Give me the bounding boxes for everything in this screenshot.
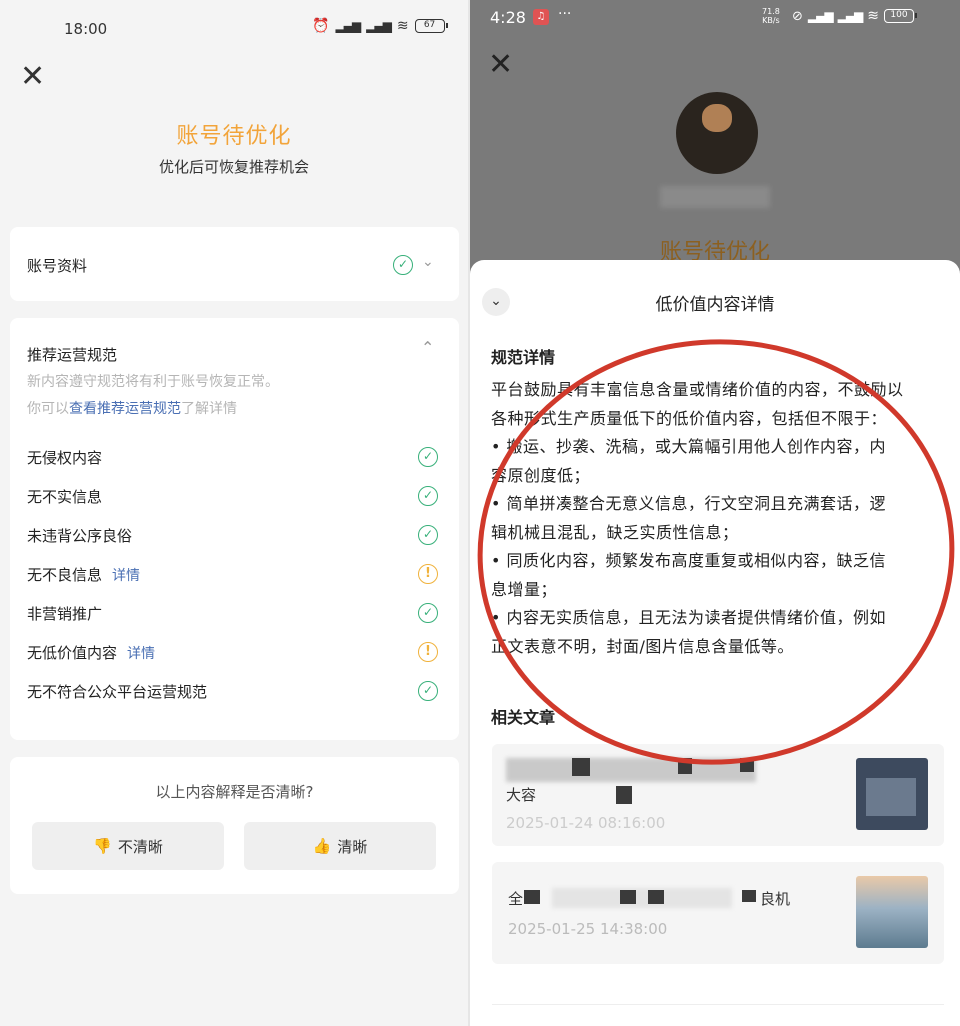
more-icon: ··· xyxy=(558,6,572,22)
status-icons: ⊘ ▂▄▆ ▂▄▆ ≋ 100 xyxy=(792,8,918,24)
signal-icon: ▂▄▆ xyxy=(837,9,864,23)
unclear-label: 不清晰 xyxy=(117,837,163,856)
article-title: 大容 xyxy=(506,786,537,804)
status-time: 4:28 xyxy=(490,8,526,27)
rule-item: 无不符合公众平台运营规范 ✓ xyxy=(27,681,442,703)
rule-label: 无不良信息 xyxy=(27,566,103,584)
account-label: 账号资料 xyxy=(27,257,88,275)
article-title-start: 全 xyxy=(508,890,524,908)
rules-desc-suffix: 了解详情 xyxy=(181,401,237,417)
username-blurred xyxy=(660,186,770,208)
net-speed-value: 71.8 xyxy=(762,7,780,16)
page-subtitle: 优化后可恢复推荐机会 xyxy=(158,158,309,176)
article-date: 2025-01-25 14:38:00 xyxy=(508,920,668,938)
rule-label: 无不实信息 xyxy=(27,488,103,506)
rule-label: 无低价值内容 xyxy=(27,644,118,662)
feedback-question: 以上内容解释是否清晰? xyxy=(155,783,314,801)
signal-icon: ▂▄▆ xyxy=(335,19,361,33)
redaction-block xyxy=(616,786,632,804)
battery-icon: 67 xyxy=(414,19,448,33)
rules-title: 推荐运营规范 xyxy=(27,346,118,364)
thumbs-up-icon: 👍 xyxy=(312,837,332,855)
check-icon: ✓ xyxy=(418,603,438,623)
rules-link[interactable]: 查看推荐运营规范 xyxy=(69,401,181,417)
divider xyxy=(492,1004,944,1005)
redaction-block xyxy=(648,890,664,904)
unclear-button[interactable]: 👎 不清晰 xyxy=(32,822,224,870)
net-speed: 71.8 KB/s xyxy=(762,7,780,25)
left-screen: 18:00 ⏰ ▂▄▆ ▂▄▆ ≋ 67 ✕ 账号待优化 优化后可恢复推荐机会 … xyxy=(0,0,468,1026)
rule-item: 未违背公序良俗 ✓ xyxy=(27,525,442,547)
rule-item: 无不良信息 详情! xyxy=(27,564,442,586)
thumbs-down-icon: 👎 xyxy=(93,837,112,855)
rules-desc-2: 你可以查看推荐运营规范了解详情 xyxy=(27,398,237,418)
signal-icon: ▂▄▆ xyxy=(366,19,392,33)
battery-icon: 100 xyxy=(884,9,918,23)
rule-label: 无不符合公众平台运营规范 xyxy=(27,683,208,701)
rule-detail-link[interactable]: 详情 xyxy=(112,568,140,584)
rule-detail-link[interactable]: 详情 xyxy=(127,646,155,662)
article-title-end: 良机 xyxy=(760,890,791,908)
clear-label: 清晰 xyxy=(337,837,368,856)
article-date: 2025-01-24 08:16:00 xyxy=(506,814,666,832)
composite-screenshot: 18:00 ⏰ ▂▄▆ ▂▄▆ ≋ 67 ✕ 账号待优化 优化后可恢复推荐机会 … xyxy=(0,0,960,1026)
rules-desc: 新内容遵守规范将有利于账号恢复正常。 xyxy=(27,374,279,390)
red-ellipse xyxy=(477,339,955,765)
check-icon: ✓ xyxy=(418,525,438,545)
wifi-icon: ≋ xyxy=(867,8,880,24)
avatar-dog-face xyxy=(702,104,732,132)
warning-icon: ! xyxy=(418,642,438,662)
redaction-block xyxy=(524,890,540,904)
right-screen: 4:28 ♫ ··· 71.8 KB/s ⊘ ▂▄▆ ▂▄▆ ≋ 100 ✕ 账号… xyxy=(470,0,960,1026)
sheet-title: 低价值内容详情 xyxy=(655,295,775,315)
article-thumbnail xyxy=(856,876,928,948)
check-icon: ✓ xyxy=(418,486,438,506)
rule-item: 无不实信息 ✓ xyxy=(27,486,442,508)
status-time: 18:00 xyxy=(64,20,108,38)
thumbnail-buildings xyxy=(866,778,916,816)
signal-icon: ▂▄▆ xyxy=(807,9,834,23)
music-app-icon: ♫ xyxy=(533,9,549,25)
blurred-title xyxy=(552,888,732,908)
rules-card: 推荐运营规范 ⌃ 新内容遵守规范将有利于账号恢复正常。 你可以查看推荐运营规范了… xyxy=(10,318,459,740)
rule-label: 无侵权内容 xyxy=(27,449,103,467)
net-speed-unit: KB/s xyxy=(762,16,780,25)
close-icon[interactable]: ✕ xyxy=(20,62,45,92)
wifi-icon: ≋ xyxy=(396,18,409,34)
annotation-circle xyxy=(477,339,955,765)
avatar xyxy=(676,92,758,174)
related-article-2[interactable]: 全 良机 2025-01-25 14:38:00 xyxy=(492,862,944,964)
rules-desc-prefix: 你可以 xyxy=(27,401,69,417)
clear-button[interactable]: 👍 清晰 xyxy=(244,822,436,870)
chevron-down-icon[interactable]: ⌄ xyxy=(422,254,434,270)
rule-item: 无低价值内容 详情! xyxy=(27,642,442,664)
check-icon: ✓ xyxy=(418,447,438,467)
mute-icon: ⊘ xyxy=(792,8,803,24)
redaction-block xyxy=(620,890,636,904)
rule-item: 无侵权内容 ✓ xyxy=(27,447,442,469)
account-card[interactable]: 账号资料 ✓ ⌄ xyxy=(10,227,459,301)
check-icon: ✓ xyxy=(418,681,438,701)
status-icons: ⏰ ▂▄▆ ▂▄▆ ≋ 67 xyxy=(312,18,448,34)
redaction-block xyxy=(742,890,756,902)
check-icon: ✓ xyxy=(393,255,413,275)
rule-label: 未违背公序良俗 xyxy=(27,527,133,545)
page-title: 账号待优化 xyxy=(176,124,292,149)
close-icon[interactable]: ✕ xyxy=(488,50,513,80)
alarm-icon: ⏰ xyxy=(312,18,330,34)
warning-icon: ! xyxy=(418,564,438,584)
chevron-up-icon[interactable]: ⌃ xyxy=(421,338,434,357)
rule-item: 非营销推广 ✓ xyxy=(27,603,442,625)
rule-label: 非营销推广 xyxy=(27,605,103,623)
